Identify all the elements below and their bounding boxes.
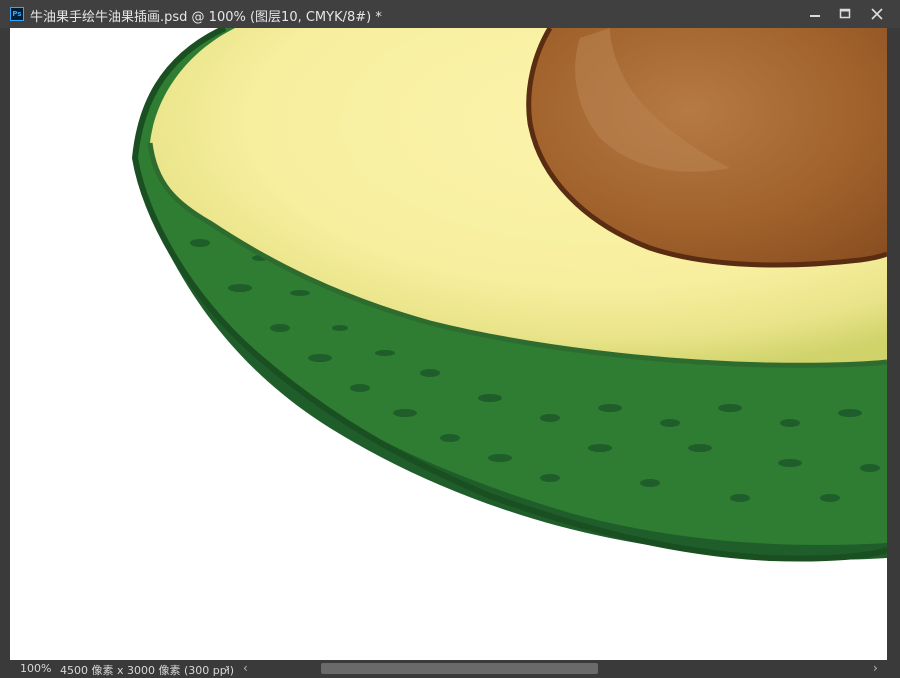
zoom-level[interactable]: 100% — [20, 662, 51, 675]
minimize-button[interactable] — [800, 0, 830, 28]
avocado-illustration — [131, 28, 887, 562]
scroll-left-icon[interactable]: ‹ — [243, 661, 248, 675]
close-icon — [871, 8, 883, 20]
photoshop-icon: Ps — [10, 7, 24, 21]
document-canvas[interactable] — [10, 28, 887, 660]
horizontal-scrollbar[interactable] — [258, 663, 863, 674]
scroll-right-icon[interactable]: › — [873, 661, 878, 675]
close-button[interactable] — [862, 0, 892, 28]
title-bar[interactable]: Ps 牛油果手绘牛油果插画.psd @ 100% (图层10, CMYK/8#)… — [0, 0, 900, 28]
minimize-icon — [810, 15, 820, 17]
status-bar: 100% 4500 像素 x 3000 像素 (300 ppi) › ‹ › — [0, 660, 900, 678]
maximize-button[interactable] — [830, 0, 860, 28]
document-dimensions: 4500 像素 x 3000 像素 (300 ppi) — [60, 664, 235, 677]
canvas-left-margin — [0, 28, 10, 660]
photoshop-document-window: Ps 牛油果手绘牛油果插画.psd @ 100% (图层10, CMYK/8#)… — [0, 0, 900, 678]
horizontal-scroll-thumb[interactable] — [321, 663, 598, 674]
document-title: 牛油果手绘牛油果插画.psd @ 100% (图层10, CMYK/8#) * — [30, 10, 382, 25]
vertical-scrollbar[interactable] — [887, 28, 900, 660]
maximize-icon — [839, 8, 851, 19]
status-info-menu-icon[interactable]: › — [225, 661, 230, 675]
